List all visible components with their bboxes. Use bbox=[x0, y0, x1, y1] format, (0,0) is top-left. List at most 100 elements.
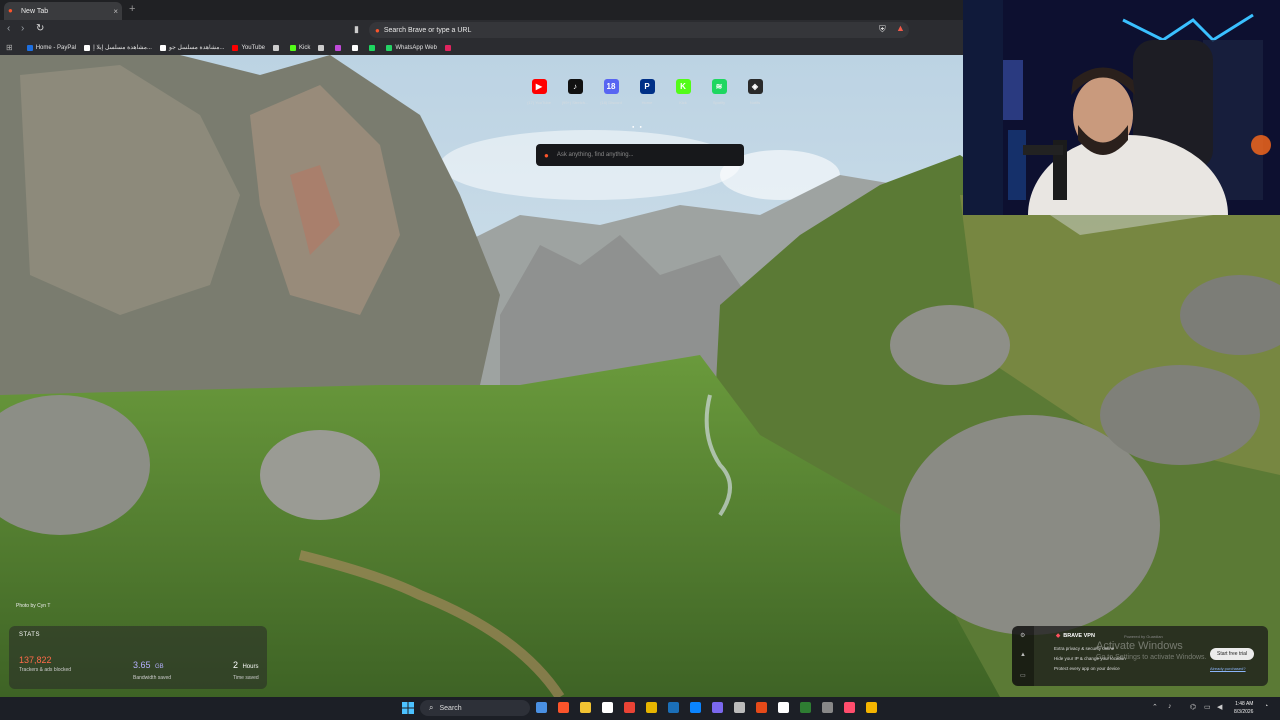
microphone-icon[interactable]: ♪ bbox=[1168, 703, 1172, 710]
top-site-tile[interactable]: ≋ Spotify bbox=[701, 79, 737, 105]
bookmark-favicon-icon bbox=[26, 44, 33, 51]
tab-new-tab[interactable]: ● New Tab × bbox=[4, 2, 122, 20]
taskbar-search-label: Search bbox=[439, 704, 462, 712]
taskbar-app-icon[interactable] bbox=[558, 702, 569, 713]
taskbar-app-icon[interactable] bbox=[756, 702, 767, 713]
already-purchased-link[interactable]: Already purchased? bbox=[1210, 666, 1246, 671]
widget-rail: ⚙ ▲ ▭ bbox=[1012, 626, 1034, 686]
bookmark-item[interactable] bbox=[318, 44, 327, 51]
top-site-tile[interactable]: P Home bbox=[629, 79, 665, 105]
search-placeholder: Ask anything, find anything... bbox=[556, 152, 634, 158]
bookmark-label: YouTube bbox=[241, 44, 266, 51]
taskbar-app-icon[interactable] bbox=[866, 702, 877, 713]
vpn-powered-by: Powered by Guardian bbox=[1124, 634, 1163, 639]
top-site-tile[interactable]: ♪ (99+) Stretch... bbox=[557, 79, 593, 105]
bandwidth-stat: 3.65 GB Bandwidth saved bbox=[133, 655, 171, 681]
bandwidth-value: 3.65 bbox=[133, 660, 151, 670]
forward-arrow-icon[interactable]: › bbox=[21, 23, 24, 34]
back-arrow-icon[interactable]: ‹ bbox=[7, 23, 10, 34]
top-sites-pager[interactable]: ● ● bbox=[632, 124, 644, 129]
taskbar-app-icon[interactable] bbox=[800, 702, 811, 713]
bookmark-item[interactable] bbox=[352, 44, 361, 51]
brave-shields-icon[interactable]: ⛨ bbox=[879, 24, 886, 35]
top-site-label: Home bbox=[641, 100, 653, 105]
bookmark-item[interactable] bbox=[335, 44, 344, 51]
taskbar-app-icon[interactable] bbox=[602, 702, 613, 713]
top-site-tile[interactable]: K Kick bbox=[665, 79, 701, 105]
taskbar-app-icon[interactable] bbox=[844, 702, 855, 713]
photo-credit[interactable]: Photo by Cyn T bbox=[16, 603, 50, 609]
bookmark-item[interactable] bbox=[273, 44, 282, 51]
bookmark-favicon-icon bbox=[290, 44, 297, 51]
taskbar-app-icon[interactable] bbox=[536, 702, 547, 713]
top-site-label: Notifs bbox=[749, 100, 761, 105]
top-site-tile[interactable]: ▶ (17) YouTube bbox=[521, 79, 557, 105]
bookmark-item[interactable]: WhatsApp Web bbox=[386, 44, 437, 51]
new-tab-button[interactable]: + bbox=[129, 3, 135, 15]
address-bar[interactable]: ● Search Brave or type a URL bbox=[369, 22, 909, 38]
brave-search-icon: ● bbox=[544, 150, 549, 160]
bookmark-item[interactable] bbox=[444, 44, 454, 51]
wallet-icon[interactable]: ▭ bbox=[1020, 672, 1026, 679]
settings-icon[interactable]: ⚙ bbox=[1020, 632, 1025, 639]
windows-start-icon[interactable] bbox=[402, 702, 414, 714]
taskbar-app-icon[interactable] bbox=[668, 702, 679, 713]
top-site-favicon-icon: ≋ bbox=[711, 79, 727, 94]
bookmark-item[interactable]: مشاهدة مسلسل جو... bbox=[159, 44, 225, 51]
bookmark-item[interactable]: Home - PayPal bbox=[26, 44, 77, 51]
top-site-favicon-icon: 18 bbox=[603, 79, 619, 94]
time-unit: Hours bbox=[242, 664, 259, 670]
top-site-favicon-icon: ♪ bbox=[567, 79, 583, 94]
search-icon: ⌕ bbox=[429, 703, 434, 712]
brave-lion-icon: ● bbox=[8, 6, 13, 15]
bandwidth-unit: GB bbox=[154, 664, 164, 670]
taskbar-app-icon[interactable] bbox=[690, 702, 701, 713]
top-site-favicon-icon: ▶ bbox=[531, 79, 547, 94]
volume-icon[interactable]: ◀ bbox=[1217, 703, 1222, 711]
reload-icon[interactable]: ↻ bbox=[36, 23, 44, 34]
bookmark-item[interactable] bbox=[369, 44, 378, 51]
trackers-count: 137,822 bbox=[19, 655, 52, 665]
chevron-up-icon[interactable]: ⌃ bbox=[1152, 703, 1158, 711]
taskbar-app-icon[interactable] bbox=[646, 702, 657, 713]
bookmark-favicon-icon bbox=[369, 44, 376, 51]
vpn-feature: Protect every app on your device bbox=[1054, 666, 1120, 671]
taskbar-search[interactable]: ⌕ Search bbox=[420, 700, 530, 716]
top-site-label: Spotify bbox=[712, 100, 726, 105]
activate-windows-title: Activate Windows bbox=[1096, 640, 1183, 652]
start-free-trial-button[interactable]: Start free trial bbox=[1210, 648, 1254, 660]
close-icon[interactable]: × bbox=[113, 7, 118, 16]
taskbar-app-icon[interactable] bbox=[624, 702, 635, 713]
top-site-tile[interactable]: 18 (18) Discord bbox=[593, 79, 629, 105]
bookmark-item[interactable]: مشاهدة مسلسل إيلا إ... bbox=[84, 44, 152, 51]
brave-rewards-icon[interactable]: ▲ bbox=[896, 23, 905, 33]
bookmark-label: مشاهدة مسلسل جو... bbox=[168, 45, 225, 51]
notification-bell-icon[interactable]: ◔ bbox=[1264, 703, 1268, 710]
taskbar-app-icon[interactable] bbox=[778, 702, 789, 713]
system-clock[interactable]: 1:48 AM 8/3/2026 bbox=[1234, 700, 1253, 716]
bookmark-label: Home - PayPal bbox=[35, 44, 77, 51]
top-site-tile[interactable]: ◈ Notifs bbox=[737, 79, 773, 105]
bookmark-icon[interactable]: ▮ bbox=[354, 24, 359, 35]
bookmark-favicon-icon bbox=[335, 44, 342, 51]
activate-windows-subtitle: Go to Settings to activate Windows. bbox=[1096, 654, 1207, 661]
bookmark-item[interactable]: YouTube bbox=[232, 44, 265, 51]
taskbar-app-icon[interactable] bbox=[580, 702, 591, 713]
top-site-label: (17) YouTube bbox=[527, 100, 551, 105]
monitor-icon[interactable]: ▭ bbox=[1204, 703, 1211, 711]
taskbar-app-icon[interactable] bbox=[822, 702, 833, 713]
taskbar-app-icon[interactable] bbox=[712, 702, 723, 713]
webcam-overlay bbox=[963, 0, 1280, 215]
brave-search-icon: ● bbox=[375, 25, 380, 35]
bandwidth-desc: Bandwidth saved bbox=[133, 675, 172, 681]
taskbar: ⌕ Search ⌃ ♪ ⌬ ▭ ◀ 1:48 AM 8/3/2026 ◔ bbox=[0, 697, 1280, 720]
bookmark-item[interactable]: Kick bbox=[290, 44, 310, 51]
taskbar-app-icon[interactable] bbox=[734, 702, 745, 713]
toolbar: ‹ › ↻ ▮ ● Search Brave or type a URL ⛨ ▲ bbox=[0, 20, 963, 40]
network-icon[interactable]: ⌬ bbox=[1190, 703, 1196, 711]
bookmark-favicon-icon bbox=[273, 44, 280, 51]
time-stat: 2 Hours Time saved bbox=[233, 655, 259, 681]
apps-grid-icon[interactable]: ⊞ bbox=[6, 43, 13, 52]
alert-icon[interactable]: ▲ bbox=[1020, 652, 1026, 658]
newtab-search-box[interactable]: ● Ask anything, find anything... bbox=[536, 144, 744, 166]
